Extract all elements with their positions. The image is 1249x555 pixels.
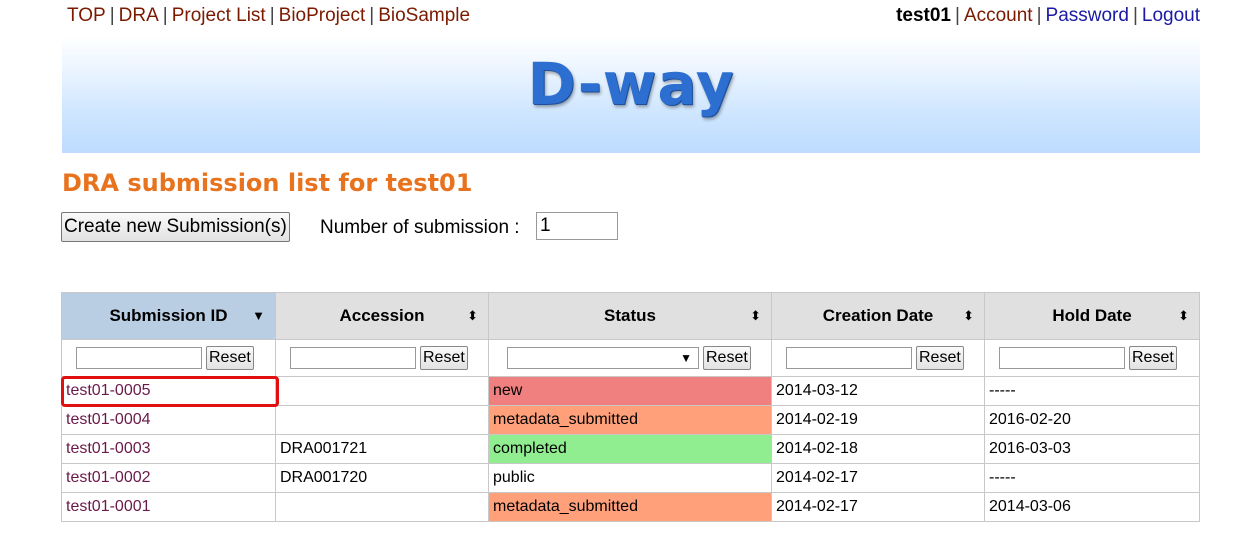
nav-separator: | (1132, 5, 1138, 26)
submission-id-link[interactable]: test01-0002 (66, 469, 151, 486)
sort-both-icon: ⬍ (750, 308, 761, 323)
filter-cell: Reset (61, 339, 276, 377)
submission-id-cell: test01-0001 (61, 492, 276, 522)
hold-date-cell: ----- (984, 376, 1200, 406)
reset-creation-date-button[interactable]: Reset (916, 346, 964, 370)
password-link[interactable]: Password (1046, 5, 1129, 26)
hold-date-cell: 2014-03-06 (984, 492, 1200, 522)
nav-link-top[interactable]: TOP (67, 5, 106, 26)
account-link[interactable]: Account (964, 5, 1033, 26)
username: test01 (896, 5, 951, 26)
column-header-label: Submission ID (109, 306, 228, 325)
column-header-status[interactable]: Status ⬍ (488, 292, 772, 340)
nav-separator: | (109, 5, 115, 26)
accession-cell: DRA001721 (275, 434, 489, 464)
hold-date-cell: ----- (984, 463, 1200, 493)
submission-id-link[interactable]: test01-0004 (66, 411, 151, 428)
column-header-label: Creation Date (822, 306, 934, 325)
column-header-hold-date[interactable]: Hold Date ⬍ (984, 292, 1200, 340)
hold-date-cell: 2016-03-03 (984, 434, 1200, 464)
filter-creation-date-input[interactable] (786, 347, 912, 369)
sort-both-icon: ⬍ (467, 308, 478, 323)
status-cell: metadata_submitted (488, 405, 772, 435)
nav-link-project-list[interactable]: Project List (172, 5, 266, 26)
status-cell: public (488, 463, 772, 493)
creation-date-cell: 2014-02-17 (771, 463, 985, 493)
header-banner: D-way (62, 36, 1200, 153)
nav-separator: | (954, 5, 960, 26)
creation-date-cell: 2014-02-18 (771, 434, 985, 464)
dway-logo: D-way (527, 50, 735, 118)
filter-cell: ▼ Reset (488, 339, 772, 377)
submission-id-link[interactable]: test01-0001 (66, 498, 151, 515)
column-header-submission-id[interactable]: Submission ID ▼ (61, 292, 276, 340)
table-row: test01-0003 DRA001721 completed 2014-02-… (61, 434, 1200, 464)
create-submission-button[interactable]: Create new Submission(s) (61, 212, 290, 242)
creation-date-cell: 2014-02-17 (771, 492, 985, 522)
creation-date-cell: 2014-03-12 (771, 376, 985, 406)
status-cell: new (488, 376, 772, 406)
number-of-submission-label: Number of submission : (320, 217, 520, 238)
nav-link-bioproject[interactable]: BioProject (279, 5, 366, 26)
nav-link-dra[interactable]: DRA (119, 5, 159, 26)
filter-hold-date-input[interactable] (999, 347, 1125, 369)
filter-status-select[interactable]: ▼ (507, 347, 699, 369)
filter-cell: Reset (275, 339, 489, 377)
sort-both-icon: ⬍ (1178, 308, 1189, 323)
reset-status-button[interactable]: Reset (703, 346, 751, 370)
filter-cell: Reset (984, 339, 1200, 377)
column-header-label: Accession (339, 306, 425, 325)
filter-submission-id-input[interactable] (76, 347, 202, 369)
filter-accession-input[interactable] (290, 347, 416, 369)
nav-separator: | (269, 5, 275, 26)
filter-cell: Reset (771, 339, 985, 377)
column-header-creation-date[interactable]: Creation Date ⬍ (771, 292, 985, 340)
sort-desc-icon: ▼ (252, 308, 265, 323)
submission-id-cell: test01-0002 (61, 463, 276, 493)
account-nav: test01 | Account | Password | Logout (896, 5, 1200, 27)
logout-link[interactable]: Logout (1142, 5, 1200, 26)
submission-id-cell: test01-0004 (61, 405, 276, 435)
dropdown-arrow-icon: ▼ (680, 351, 692, 365)
submission-id-cell: test01-0005 (61, 376, 276, 406)
creation-date-cell: 2014-02-19 (771, 405, 985, 435)
accession-cell (275, 405, 489, 435)
accession-cell: DRA001720 (275, 463, 489, 493)
nav-separator: | (1036, 5, 1042, 26)
number-of-submission-input[interactable] (536, 212, 618, 240)
accession-cell (275, 492, 489, 522)
table-row: test01-0002 DRA001720 public 2014-02-17 … (61, 463, 1200, 493)
submission-table: Submission ID ▼ Accession ⬍ Status ⬍ Cre… (61, 292, 1200, 522)
nav-separator: | (369, 5, 375, 26)
table-row: test01-0005 new 2014-03-12 ----- (61, 376, 1200, 406)
sort-both-icon: ⬍ (963, 308, 974, 323)
submission-id-link[interactable]: test01-0005 (66, 382, 151, 399)
accession-cell (275, 376, 489, 406)
submission-id-cell: test01-0003 (61, 434, 276, 464)
table-header-row: Submission ID ▼ Accession ⬍ Status ⬍ Cre… (61, 292, 1200, 340)
nav-link-biosample[interactable]: BioSample (378, 5, 470, 26)
status-cell: completed (488, 434, 772, 464)
status-cell: metadata_submitted (488, 492, 772, 522)
nav-separator: | (162, 5, 168, 26)
table-row: test01-0001 metadata_submitted 2014-02-1… (61, 492, 1200, 522)
reset-hold-date-button[interactable]: Reset (1129, 346, 1177, 370)
filter-row: Reset Reset ▼ Reset Reset Reset (61, 339, 1200, 377)
page-title: DRA submission list for test01 (62, 169, 473, 197)
reset-accession-button[interactable]: Reset (420, 346, 468, 370)
hold-date-cell: 2016-02-20 (984, 405, 1200, 435)
column-header-label: Hold Date (1052, 306, 1132, 325)
submission-id-link[interactable]: test01-0003 (66, 440, 151, 457)
top-nav: TOP | DRA | Project List | BioProject | BioSampl… (67, 5, 470, 27)
table-row: test01-0004 metadata_submitted 2014-02-1… (61, 405, 1200, 435)
column-header-label: Status (604, 306, 656, 325)
reset-submission-id-button[interactable]: Reset (206, 346, 254, 370)
column-header-accession[interactable]: Accession ⬍ (275, 292, 489, 340)
